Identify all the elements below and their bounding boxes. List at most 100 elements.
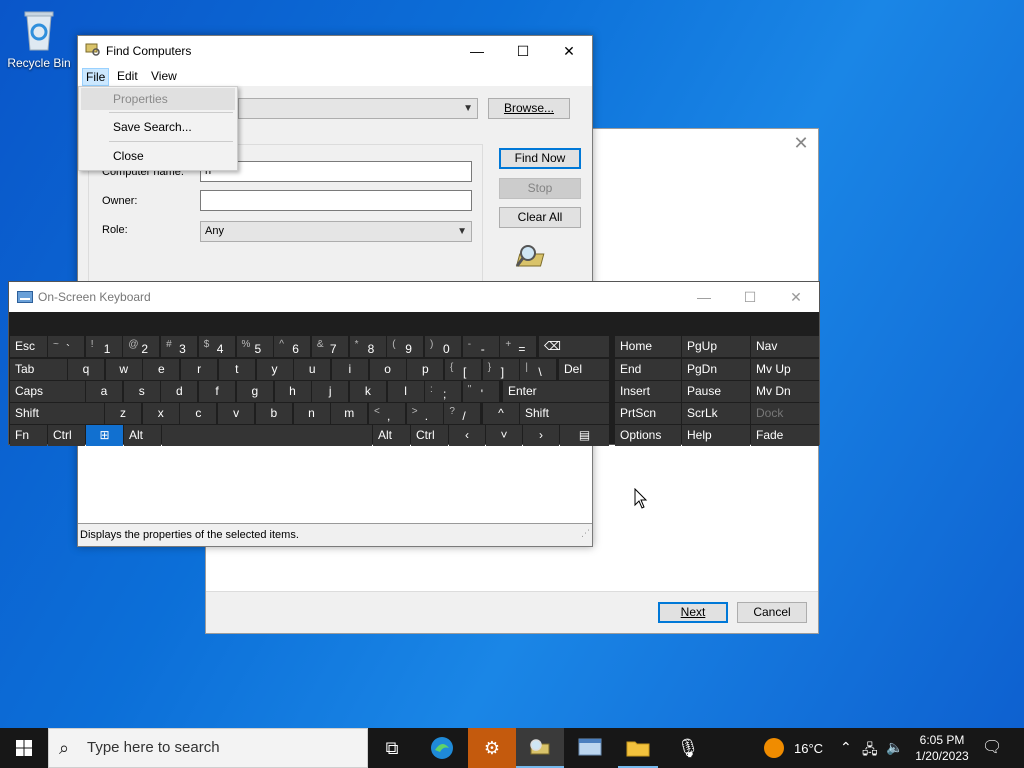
- file-explorer-icon[interactable]: [614, 728, 662, 768]
- key-f[interactable]: f: [199, 381, 236, 402]
- clear-all-button[interactable]: Clear All: [499, 207, 581, 228]
- start-button[interactable]: [0, 728, 48, 768]
- key-fn[interactable]: Fn: [10, 425, 47, 446]
- key-i[interactable]: i: [331, 359, 368, 380]
- key-right[interactable]: ›: [523, 425, 559, 446]
- key-pgup[interactable]: PgUp: [682, 336, 750, 357]
- key-bracket-0[interactable]: {[: [445, 359, 481, 380]
- maximize-button[interactable]: ☐: [500, 36, 546, 66]
- results-list[interactable]: [78, 444, 592, 524]
- clock-date[interactable]: 1/20/2023: [912, 749, 972, 763]
- key-n[interactable]: n: [293, 403, 330, 424]
- osk-maximize-button[interactable]: ☐: [727, 282, 773, 312]
- clock-time[interactable]: 6:05 PM: [912, 733, 972, 747]
- key-q[interactable]: q: [68, 359, 104, 380]
- key-6[interactable]: ^ 6: [274, 336, 311, 357]
- key-tab[interactable]: Tab: [10, 359, 67, 380]
- network-window-icon[interactable]: [566, 728, 614, 768]
- weather-sun-icon[interactable]: [764, 738, 784, 758]
- key-g[interactable]: g: [236, 381, 273, 402]
- weather-temperature[interactable]: 16°C: [794, 741, 823, 756]
- key-fade[interactable]: Fade: [751, 425, 819, 446]
- key-w[interactable]: w: [105, 359, 142, 380]
- edge-browser-icon[interactable]: [418, 728, 466, 768]
- key-e[interactable]: e: [143, 359, 180, 380]
- notification-icon[interactable]: 🗨: [982, 737, 1002, 757]
- key-bracket-1[interactable]: }]: [482, 359, 519, 380]
- recycle-bin-desktop-icon[interactable]: Recycle Bin: [4, 6, 74, 70]
- key-windows[interactable]: ⊞: [86, 425, 123, 446]
- resize-grip-icon[interactable]: ⋰: [581, 522, 590, 544]
- owner-input[interactable]: [200, 190, 472, 211]
- key-m[interactable]: m: [331, 403, 368, 424]
- stop-button[interactable]: Stop: [499, 178, 581, 199]
- key-z[interactable]: z: [105, 403, 141, 424]
- key-enter[interactable]: Enter: [503, 381, 609, 402]
- key-x[interactable]: x: [142, 403, 179, 424]
- key-punct4-0[interactable]: <,: [369, 403, 405, 424]
- key-b[interactable]: b: [255, 403, 292, 424]
- key-j[interactable]: j: [312, 381, 349, 402]
- key-del[interactable]: Del: [559, 359, 609, 380]
- computer-name-input[interactable]: n: [200, 161, 472, 182]
- key-nav[interactable]: Nav: [751, 336, 819, 357]
- key-esc[interactable]: Esc: [10, 336, 47, 357]
- menu-file[interactable]: File: [82, 68, 110, 86]
- chevron-up-icon[interactable]: ⌃: [840, 739, 852, 756]
- osk-close-button[interactable]: ✕: [773, 282, 819, 312]
- key-a[interactable]: a: [86, 381, 122, 402]
- task-view-icon[interactable]: ⧉: [368, 728, 416, 768]
- key-pause[interactable]: Pause: [682, 381, 750, 402]
- key-punct3-1[interactable]: " ': [462, 381, 499, 402]
- menu-item-close[interactable]: Close: [81, 145, 235, 167]
- menu-item-properties[interactable]: Properties: [81, 88, 235, 110]
- key-bracket-2[interactable]: | \: [520, 359, 557, 380]
- key-up[interactable]: ^: [483, 403, 519, 424]
- key-shift-left[interactable]: Shift: [10, 403, 104, 424]
- key-p[interactable]: p: [407, 359, 444, 380]
- key-end[interactable]: End: [615, 359, 681, 380]
- wizard-close-icon[interactable]: ✕: [792, 133, 810, 154]
- osk-titlebar[interactable]: On-Screen Keyboard — ☐ ✕: [9, 282, 819, 312]
- key-3[interactable]: #3: [161, 336, 198, 357]
- key-shift-right[interactable]: Shift: [520, 403, 609, 424]
- role-select[interactable]: Any ▼: [200, 221, 472, 242]
- volume-icon[interactable]: 🔈: [886, 739, 903, 756]
- key-l[interactable]: l: [387, 381, 424, 402]
- taskbar-search-box[interactable]: ⌕ Type here to search: [48, 728, 368, 768]
- key-alt-right[interactable]: Alt: [373, 425, 410, 446]
- key-5[interactable]: % 5: [236, 336, 273, 357]
- key-0[interactable]: ~ `: [48, 336, 84, 357]
- menu-edit[interactable]: Edit: [114, 68, 141, 84]
- key-2[interactable]: @2: [123, 336, 160, 357]
- key-11[interactable]: --: [462, 336, 499, 357]
- key-12[interactable]: + =: [500, 336, 537, 357]
- browse-button[interactable]: Browse...: [488, 98, 570, 119]
- settings-gear-icon[interactable]: ⚙: [468, 728, 516, 768]
- key-s[interactable]: s: [123, 381, 160, 402]
- cancel-button[interactable]: Cancel: [737, 602, 807, 623]
- key-punct3-0[interactable]: :;: [425, 381, 461, 402]
- key-ctrl-left[interactable]: Ctrl: [48, 425, 85, 446]
- key-caps[interactable]: Caps: [10, 381, 85, 402]
- key-7[interactable]: & 7: [311, 336, 348, 357]
- key-y[interactable]: y: [256, 359, 293, 380]
- minimize-button[interactable]: —: [454, 36, 500, 66]
- key-scrlk[interactable]: ScrLk: [682, 403, 750, 424]
- key-8[interactable]: * 8: [349, 336, 386, 357]
- key-10[interactable]: ) 0: [425, 336, 461, 357]
- key-v[interactable]: v: [218, 403, 255, 424]
- key-backspace[interactable]: ⌫: [539, 336, 609, 357]
- key-u[interactable]: u: [294, 359, 331, 380]
- key-dock[interactable]: Dock: [751, 403, 819, 424]
- key-4[interactable]: $4: [198, 336, 235, 357]
- key-prtscn[interactable]: PrtScn: [615, 403, 681, 424]
- in-location-combo[interactable]: ▼: [238, 98, 478, 119]
- key-punct4-2[interactable]: ? /: [444, 403, 481, 424]
- find-computers-titlebar[interactable]: Find Computers — ☐ ✕: [78, 36, 592, 66]
- key-alt-left[interactable]: Alt: [124, 425, 161, 446]
- key-help[interactable]: Help: [682, 425, 750, 446]
- network-icon[interactable]: 🖧: [862, 739, 878, 763]
- key-pgdn[interactable]: PgDn: [682, 359, 750, 380]
- key-ctrl-right[interactable]: Ctrl: [411, 425, 448, 446]
